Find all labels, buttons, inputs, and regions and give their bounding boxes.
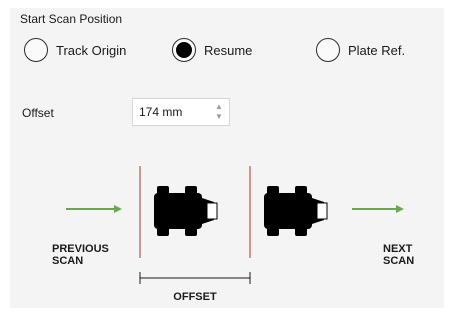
previous-scan-label: PREVIOUS — [52, 243, 109, 255]
offset-caption: OFFSET — [173, 291, 217, 303]
next-scan-label-line2: SCAN — [383, 255, 414, 267]
next-scan-label: NEXT — [383, 243, 413, 255]
crawler-previous-icon — [154, 186, 218, 236]
scan-offset-diagram: PREVIOUS SCAN NEXT SCAN OFFSET — [52, 166, 414, 303]
previous-scan-label-line2: SCAN — [52, 255, 83, 267]
next-scan-arrow-icon — [352, 205, 404, 213]
crawler-next-icon — [264, 186, 328, 236]
offset-bracket-icon — [139, 272, 251, 284]
previous-scan-arrow-icon — [66, 205, 122, 213]
